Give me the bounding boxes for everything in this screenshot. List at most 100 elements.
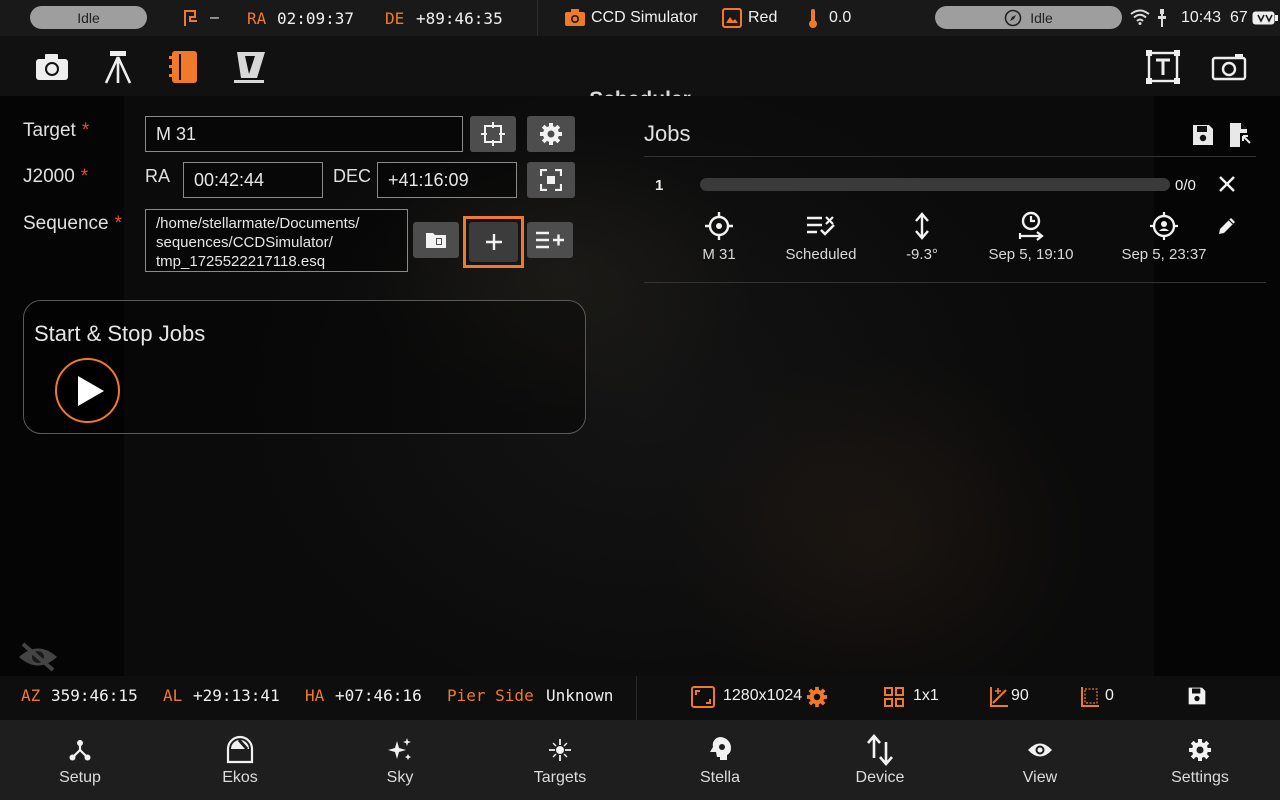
- remove-job-icon[interactable]: [1218, 175, 1236, 198]
- altitude-icon: [914, 210, 930, 242]
- browse-sequence-button[interactable]: [413, 222, 459, 258]
- nav-stella-label: Stella: [699, 769, 741, 786]
- playlist-add-icon: [535, 230, 565, 250]
- al-value: +29:13:41: [193, 686, 280, 705]
- nav-view[interactable]: View: [960, 720, 1120, 800]
- job-state: Scheduled: [785, 246, 857, 263]
- toolbar: Scheduler: [0, 36, 1280, 111]
- clock-time: 10:43: [1181, 9, 1222, 26]
- setup-icon: [68, 735, 92, 765]
- pier-side-value: Unknown: [546, 686, 614, 705]
- park-text: –: [210, 9, 219, 26]
- de-label: DE: [385, 9, 405, 28]
- resolution-settings-icon[interactable]: [806, 686, 828, 708]
- az-label: AZ: [21, 686, 41, 705]
- fov-button[interactable]: [527, 162, 575, 198]
- jobs-divider: [644, 156, 1256, 157]
- bottom-nav: Setup Ekos Sky Targets Stella Device Vie…: [0, 720, 1280, 800]
- filter-icon: [721, 7, 743, 29]
- target-settings-button[interactable]: [527, 116, 575, 152]
- nav-targets[interactable]: Targets: [480, 720, 640, 800]
- sequence-path-field[interactable]: /home/stellarmate/Documents/ sequences/C…: [145, 209, 408, 272]
- info-bar: AZ 359:46:15 AL +29:13:41 HA +07:46:16 P…: [0, 676, 1280, 720]
- sequence-path-line-1: /home/stellarmate/Documents/: [156, 215, 360, 232]
- j2000-label: J2000 *: [23, 166, 89, 187]
- job-index: 1: [655, 177, 664, 194]
- add-job-button[interactable]: [469, 222, 518, 262]
- job-end-column: Sep 5, 23:37: [1099, 210, 1229, 263]
- nav-targets-label: Targets: [533, 769, 587, 786]
- start-stop-title: Start & Stop Jobs: [34, 321, 206, 346]
- jobs-title: Jobs: [644, 121, 691, 146]
- ra-input[interactable]: 00:42:44: [183, 162, 323, 198]
- end-time-icon: [1149, 210, 1179, 242]
- load-jobs-icon[interactable]: [1228, 122, 1252, 153]
- start-scheduler-button[interactable]: [55, 358, 120, 423]
- target-input[interactable]: M 31: [145, 116, 463, 152]
- guide-status-text: Idle: [1030, 9, 1053, 26]
- battery-level: 67: [1230, 9, 1248, 26]
- nav-device[interactable]: Device: [800, 720, 960, 800]
- compass-icon: [1004, 9, 1022, 27]
- analyze-tab-icon[interactable]: [231, 50, 267, 84]
- folder-icon: [425, 231, 447, 249]
- nav-setup[interactable]: Setup: [0, 720, 160, 800]
- save-settings-icon[interactable]: [1187, 686, 1207, 706]
- de-value: +89:46:35: [416, 9, 503, 28]
- sky-icon: [387, 735, 413, 765]
- nav-sky-label: Sky: [386, 769, 414, 786]
- view-icon: [1027, 735, 1053, 765]
- crop-target-icon: [481, 122, 505, 146]
- job-altitude: -9.3°: [906, 246, 938, 263]
- job-progress-bar: [700, 178, 1170, 191]
- crosshair-icon: [705, 210, 733, 242]
- mount-status-text: Idle: [77, 9, 100, 26]
- stella-icon: [707, 735, 733, 765]
- gain-value: 90: [1011, 687, 1029, 704]
- frame-size-icon: [691, 686, 715, 708]
- job-target: M 31: [702, 246, 736, 263]
- nav-sky[interactable]: Sky: [320, 720, 480, 800]
- job-end-time: Sep 5, 23:37: [1121, 246, 1207, 263]
- text-overlay-icon[interactable]: [1145, 50, 1181, 84]
- park-icon: [181, 8, 201, 28]
- job-row-divider: [644, 282, 1266, 283]
- nav-device-label: Device: [855, 769, 905, 786]
- hide-overlay-icon[interactable]: [17, 642, 59, 677]
- nav-ekos[interactable]: Ekos: [160, 720, 320, 800]
- scheduler-tab-icon[interactable]: [166, 50, 202, 84]
- pier-side-label: Pier Side: [447, 686, 534, 705]
- offset-icon: [1080, 686, 1100, 708]
- capture-tab-icon[interactable]: [34, 50, 70, 84]
- ra-field-label: RA: [145, 166, 171, 186]
- job-start-column: Sep 5, 19:10: [966, 210, 1096, 263]
- mount-tab-icon[interactable]: [100, 50, 136, 84]
- dec-field-label: DEC: [333, 166, 372, 186]
- save-jobs-icon[interactable]: [1191, 123, 1215, 152]
- targets-icon: [548, 735, 572, 765]
- al-label: AL: [163, 686, 183, 705]
- job-progress-text: 0/0: [1175, 177, 1196, 194]
- offset-value: 0: [1105, 687, 1114, 704]
- ha-label: HA: [305, 686, 325, 705]
- info-bar-divider: [636, 676, 637, 720]
- mount-status-pill[interactable]: Idle: [30, 6, 147, 29]
- edit-job-icon[interactable]: [1217, 216, 1237, 241]
- find-target-button[interactable]: [470, 116, 516, 152]
- resolution-value: 1280x1024: [723, 687, 803, 704]
- add-to-queue-button[interactable]: [527, 222, 573, 258]
- guide-status-pill[interactable]: Idle: [935, 6, 1122, 29]
- binning-value: 1x1: [913, 687, 939, 704]
- nav-settings[interactable]: Settings: [1120, 720, 1280, 800]
- gain-icon: [989, 686, 1009, 708]
- nav-view-label: View: [1022, 769, 1058, 786]
- dec-input[interactable]: +41:16:09: [377, 162, 517, 198]
- camera-view-icon[interactable]: [1211, 50, 1247, 84]
- start-stop-card: Start & Stop Jobs: [23, 300, 586, 434]
- nav-stella[interactable]: Stella: [640, 720, 800, 800]
- play-icon: [77, 375, 105, 407]
- ha-value: +07:46:16: [335, 686, 422, 705]
- sequence-path-line-2: sequences/CCDSimulator/: [156, 234, 333, 251]
- usb-icon: [1157, 9, 1167, 27]
- ekos-icon: [225, 735, 255, 765]
